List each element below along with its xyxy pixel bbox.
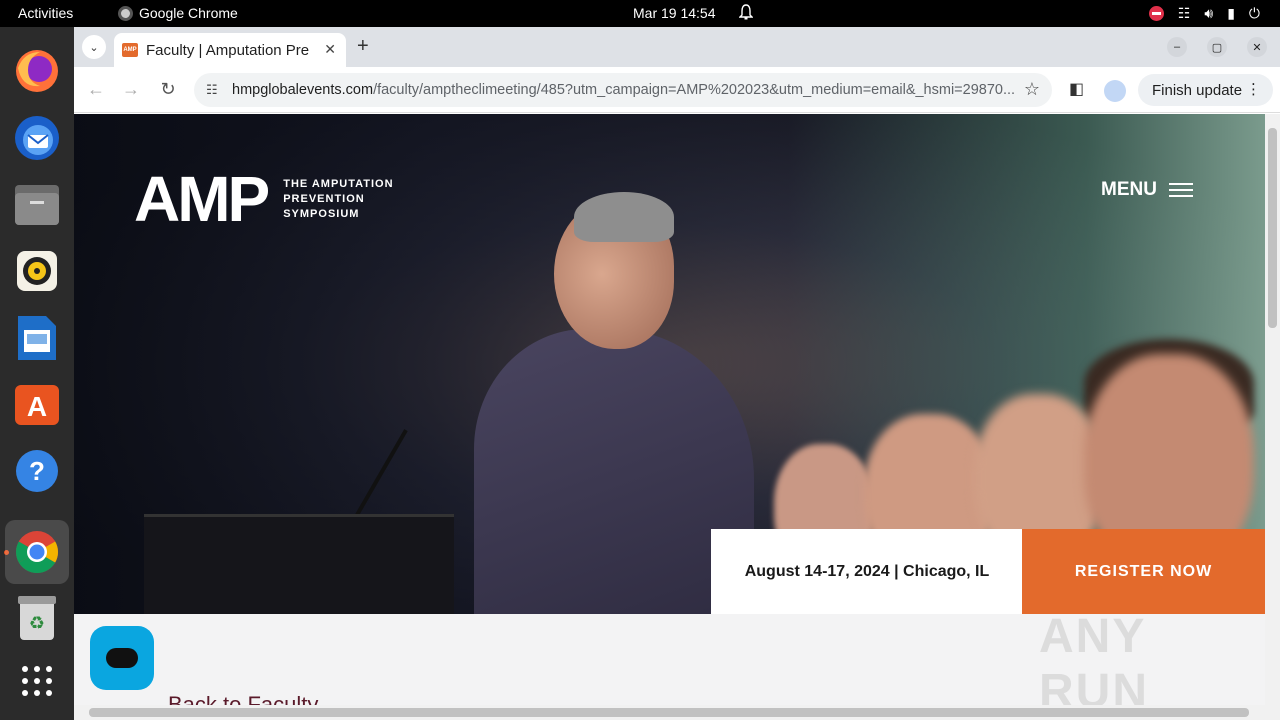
page-viewport: AMP THE AMPUTATION PREVENTION SYMPOSIUM … [74,114,1265,720]
help-icon[interactable]: ? [13,447,61,495]
chrome-mini-icon [118,5,133,21]
svg-text:A: A [27,391,47,422]
svg-text:?: ? [29,456,45,486]
browser-toolbar: ← → ↻ ☷ hmpglobalevents.com/faculty/ampt… [74,67,1280,113]
activities-button[interactable]: Activities [18,5,73,21]
app-grid-icon[interactable] [13,657,61,705]
url-path: /faculty/amptheclimeeting/485?utm_campai… [373,82,1016,98]
trash-icon[interactable]: ♻ [13,594,61,642]
svg-text:♻: ♻ [29,613,45,634]
url-text[interactable]: hmpglobalevents.com/faculty/amptheclimee… [232,82,1022,98]
bookmark-star-icon[interactable]: ☆ [1024,79,1040,100]
bell-icon[interactable] [739,4,753,20]
profile-avatar[interactable] [1104,80,1126,102]
finish-update-button[interactable]: Finish update ⋮ [1138,74,1273,106]
menu-button[interactable]: MENU [1101,179,1193,201]
kebab-menu-icon[interactable]: ⋮ [1246,80,1261,98]
app-center-icon[interactable]: A [13,381,61,429]
reload-button[interactable]: ↻ [157,79,179,100]
maximize-button[interactable]: ▢ [1207,37,1227,57]
network-icon[interactable]: ☷ [1178,5,1191,21]
finish-update-label: Finish update [1152,81,1243,99]
tab-strip: ⌄ AMP Faculty | Amputation Pre ✕ + – ▢ ✕ [74,27,1280,67]
dock: A ? ♻ [0,27,74,720]
chrome-icon[interactable] [5,520,69,584]
podium-photo [144,514,454,614]
tab-search-button[interactable]: ⌄ [82,35,106,59]
site-info-icon[interactable]: ☷ [206,82,224,98]
power-icon[interactable]: ⏻ [1249,5,1260,21]
tab-title: Faculty | Amputation Pre [146,41,310,59]
url-host: hmpglobalevents.com [232,82,374,98]
tagline-line: SYMPOSIUM [283,207,360,220]
speaker-photo [574,192,674,242]
tagline-line: THE AMPUTATION [283,177,394,190]
system-tray[interactable]: ☷ 🔊︎ ▮ ⏻ [1148,5,1260,21]
logo-text: AMP [134,163,270,235]
amp-logo[interactable]: AMP THE AMPUTATION PREVENTION SYMPOSIUM [134,163,394,235]
thunderbird-icon[interactable] [13,114,61,162]
writer-icon[interactable] [13,314,61,362]
chrome-window: ⌄ AMP Faculty | Amputation Pre ✕ + – ▢ ✕… [74,27,1280,720]
address-bar[interactable]: ☷ hmpglobalevents.com/faculty/amptheclim… [194,73,1052,107]
horizontal-scrollbar[interactable] [74,705,1265,720]
hamburger-icon [1168,183,1193,197]
amp-favicon: AMP [122,43,138,57]
system-top-bar: Activities Google Chrome Mar 19 14:54 ☷ … [0,0,1280,27]
back-button[interactable]: ← [85,79,107,100]
chat-widget-button[interactable] [90,626,154,690]
tab-close-icon[interactable]: ✕ [324,41,336,58]
logo-tagline: THE AMPUTATION PREVENTION SYMPOSIUM [283,177,393,222]
vertical-scrollbar[interactable] [1265,114,1280,720]
rhythmbox-icon[interactable] [13,247,61,295]
volume-icon[interactable]: 🔊︎ [1204,5,1213,21]
hero-banner: AMP THE AMPUTATION PREVENTION SYMPOSIUM … [74,114,1265,614]
firefox-icon[interactable] [13,47,61,95]
scrollbar-thumb[interactable] [1268,128,1277,328]
event-info: August 14-17, 2024 | Chicago, IL [711,529,1023,614]
do-not-disturb-icon[interactable] [1148,5,1164,21]
anyrun-watermark: ANY RUN [1039,610,1149,718]
side-panel-icon[interactable]: ◧ [1069,79,1084,99]
scrollbar-thumb[interactable] [89,708,1249,717]
close-window-button[interactable]: ✕ [1247,37,1267,57]
forward-button[interactable]: → [120,79,142,100]
chat-bubble-icon [106,648,138,668]
new-tab-button[interactable]: + [357,35,369,58]
menu-label: MENU [1101,179,1157,200]
minimize-button[interactable]: – [1167,37,1187,57]
files-icon[interactable] [13,181,61,229]
tagline-line: PREVENTION [283,192,365,205]
active-tab[interactable]: AMP Faculty | Amputation Pre ✕ [114,33,346,67]
battery-icon[interactable]: ▮ [1227,5,1235,21]
clock[interactable]: Mar 19 14:54 [633,5,716,21]
app-name-label: Google Chrome [139,5,238,21]
app-menu[interactable]: Google Chrome [118,5,238,21]
register-now-button[interactable]: REGISTER NOW [1022,529,1265,614]
